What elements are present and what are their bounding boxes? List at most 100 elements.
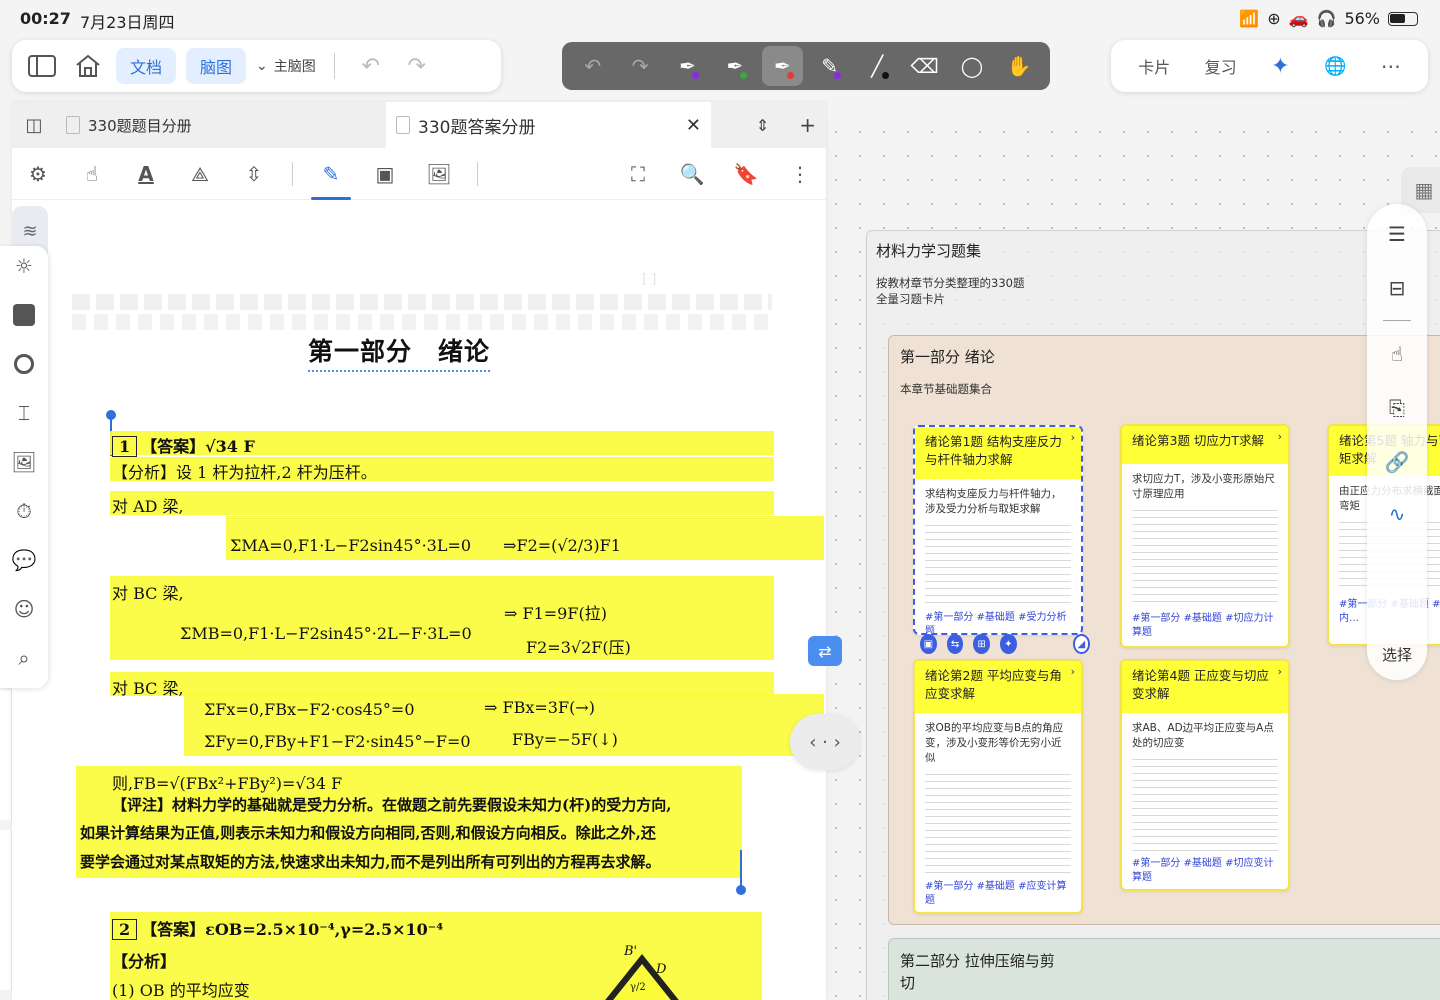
analysis-line: 【分析】: [112, 952, 177, 971]
text-recognize-icon[interactable]: ⌶: [18, 399, 30, 427]
more-icon[interactable]: ⋯: [1381, 54, 1401, 78]
selection-caret: [740, 850, 742, 886]
card-title: 绪论第4题 正应变与切应变求解: [1132, 668, 1269, 701]
image-icon[interactable]: 🖼: [11, 448, 36, 476]
pen-color-dot: [739, 72, 747, 79]
shape-tool-icon[interactable]: ⟁: [184, 158, 216, 190]
chevron-right-icon[interactable]: ›: [1071, 663, 1075, 681]
freehand-icon[interactable]: ∿: [1367, 502, 1427, 526]
split-view-icon[interactable]: ◫: [12, 115, 56, 136]
file-icon: [66, 116, 80, 134]
formula-line: 则,FB=√(FBx²+FBy²)=√34 F: [112, 774, 343, 793]
chevron-right-icon[interactable]: ›: [1278, 663, 1282, 681]
card-tags[interactable]: #第一部分 #基础题 #切应力计算题: [1122, 612, 1288, 646]
tab-question-book[interactable]: 330题题目分册: [56, 102, 386, 148]
top-left-toolbar: 文档 脑图 ⌄ 主脑图 ↶ ↷: [12, 40, 501, 92]
brightness-icon[interactable]: ☼: [15, 252, 33, 280]
more-vertical-icon[interactable]: ⋮: [784, 158, 816, 190]
pen-color-dot: [787, 72, 795, 79]
root-frame-subtitle: 按教材章节分类整理的330题全量习题卡片: [876, 276, 1025, 306]
comment-icon[interactable]: 💬: [12, 546, 37, 574]
sidebar-toggle-icon[interactable]: [24, 48, 60, 84]
ballpoint-pen-icon[interactable]: ✒: [714, 46, 755, 86]
undo-icon[interactable]: ↶: [572, 46, 613, 86]
highlighter-icon[interactable]: ✎: [809, 46, 850, 86]
card-body: 求切应力T，涉及小变形原始尺寸原理应用: [1132, 473, 1275, 500]
doc-search-icon[interactable]: 🔍: [676, 158, 708, 190]
redo-icon[interactable]: ↷: [399, 48, 435, 84]
card-body: 求结构支座反力与杆件轴力，涉及受力分析与取矩求解: [925, 488, 1062, 515]
marker-pen-icon[interactable]: ✒: [761, 46, 804, 86]
card-comment-icon[interactable]: ▣: [920, 634, 937, 654]
mindmap-card[interactable]: 绪论第4题 正应变与切应变求解 › 求AB、AD边平均正应变与A点处的切应变 #第…: [1120, 659, 1290, 891]
pen-tool-icon[interactable]: ✎: [311, 158, 351, 200]
card-link-icon[interactable]: ⇆: [946, 634, 964, 654]
mindmap-card[interactable]: 绪论第1题 结构支座反力与杆件轴力求解 › 求结构支座反力与杆件轴力，涉及受力分析…: [913, 425, 1083, 635]
hand-pointer-icon[interactable]: ☝: [1367, 342, 1427, 366]
select-button[interactable]: 选择: [1367, 644, 1427, 665]
layout-icon[interactable]: ⊟: [1367, 276, 1427, 300]
card-resize-handle[interactable]: ◢: [1072, 634, 1091, 654]
redo-icon[interactable]: ↷: [619, 46, 660, 86]
ai-sparkle-icon[interactable]: ✦: [1271, 54, 1289, 79]
text-underline-icon[interactable]: A: [130, 158, 162, 190]
tab-sort-icon[interactable]: ⇕: [756, 116, 769, 135]
pointer-hand-icon[interactable]: ☝: [76, 158, 108, 190]
pen-color-dot: [834, 72, 842, 79]
chevron-right-icon[interactable]: ›: [1071, 429, 1075, 447]
pen-color-dot: [692, 72, 700, 79]
copy-icon[interactable]: ⎘: [1367, 396, 1427, 420]
outline-list-icon[interactable]: ☰: [1367, 222, 1427, 246]
close-icon[interactable]: ✕: [686, 115, 701, 136]
web-search-icon[interactable]: 🌐: [1324, 56, 1346, 77]
mindmap-mode-button[interactable]: 脑图: [186, 48, 247, 84]
card-tags[interactable]: #第一部分 #基础题 #切应变计算题: [1122, 857, 1288, 889]
card-body: 求OB的平均应变与B点的角应变，涉及小变形等价无穷小近似: [925, 722, 1064, 764]
emoji-icon[interactable]: ☺: [14, 595, 35, 623]
search-icon[interactable]: ⌕: [18, 644, 29, 672]
undo-icon[interactable]: ↶: [353, 48, 389, 84]
card-tags[interactable]: #第一部分 #基础题 #应变计算题: [915, 880, 1081, 912]
mindmap-card[interactable]: 绪论第2题 平均应变与角应变求解 › 求OB的平均应变与B点的角应变，涉及小变形等…: [913, 659, 1083, 914]
split-resize-handle[interactable]: ‹ · ›: [790, 714, 860, 770]
doc-mode-button[interactable]: 文档: [116, 48, 177, 84]
tab-answer-book[interactable]: 330题答案分册 ✕: [386, 102, 711, 148]
link-icon[interactable]: 🔗: [1367, 450, 1427, 474]
eraser-icon[interactable]: ⌫: [904, 46, 945, 86]
analysis-line: 【分析】设 1 杆为拉杆,2 杆为压杆。: [112, 463, 377, 482]
card-thumbnail: [1132, 510, 1278, 606]
card-copy-icon[interactable]: ⊞: [973, 634, 991, 654]
text-box-icon[interactable]: ▣: [369, 158, 401, 190]
main-mindmap-dropdown[interactable]: ⌄ 主脑图: [256, 48, 316, 84]
hand-icon[interactable]: ✋: [999, 46, 1040, 86]
question-number: 1: [112, 436, 138, 457]
pdf-page[interactable]: [ ] 第一部分 绪论 1 【答案】√34 F 【分析】设 1 杆为拉杆,2 杆为…: [12, 202, 824, 1000]
text-line: 对 AD 梁,: [112, 497, 184, 516]
formula-result: FBy=−5F(↓): [512, 730, 618, 749]
bookmark-icon[interactable]: 🔖: [730, 158, 762, 190]
circle-shape-icon[interactable]: [14, 350, 34, 378]
card-button[interactable]: 卡片: [1138, 54, 1170, 78]
line-tool-icon[interactable]: ╱: [856, 46, 897, 86]
timer-icon[interactable]: ⏱: [16, 497, 32, 525]
card-tags[interactable]: #第一部分 #基础题 #受力分析题: [915, 611, 1081, 633]
swap-icon[interactable]: ⇄: [808, 636, 842, 666]
resize-icon[interactable]: ⇳: [238, 158, 270, 190]
card-ai-icon[interactable]: ✦: [1000, 634, 1017, 654]
chevron-right-icon[interactable]: ›: [1278, 428, 1282, 446]
tab-label: 330题题目分册: [88, 116, 192, 135]
card-thumbnail: [925, 525, 1071, 605]
square-shape-icon[interactable]: [13, 301, 35, 329]
doc-tabs: ◫ 330题题目分册 330题答案分册 ✕ ⇕ +: [12, 102, 826, 148]
add-tab-icon[interactable]: +: [799, 113, 816, 137]
home-icon[interactable]: [70, 48, 106, 84]
fountain-pen-icon[interactable]: ✒: [667, 46, 708, 86]
selection-handle-end[interactable]: [736, 885, 746, 895]
fullscreen-icon[interactable]: ⛶: [622, 158, 654, 190]
image-insert-icon[interactable]: 🖼: [423, 158, 455, 190]
rotate-settings-icon[interactable]: ⚙: [22, 158, 54, 190]
review-button[interactable]: 复习: [1205, 54, 1237, 78]
lasso-icon[interactable]: ◯: [951, 46, 992, 86]
formula-result: F2=3√2F(压): [526, 638, 631, 657]
mindmap-card[interactable]: 绪论第3题 切应力T求解 › 求切应力T，涉及小变形原始尺寸原理应用 #第一部分 …: [1120, 424, 1290, 648]
